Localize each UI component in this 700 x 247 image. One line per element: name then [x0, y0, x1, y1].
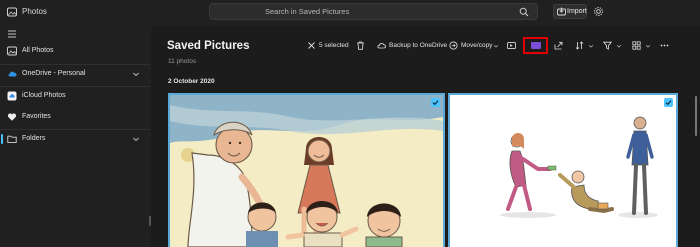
- share-button[interactable]: [554, 39, 566, 53]
- sidebar-item-folders[interactable]: Folders: [0, 129, 150, 149]
- check-icon: [432, 100, 439, 106]
- view-options-button[interactable]: [632, 39, 652, 53]
- family-cartoon-image: [170, 95, 443, 247]
- backup-label: Backup to OneDrive: [389, 42, 448, 49]
- import-icon: [557, 7, 566, 16]
- clear-selection-button[interactable]: 5 selected: [307, 39, 349, 53]
- delete-button[interactable]: [356, 39, 368, 53]
- backup-button[interactable]: Backup to OneDrive: [377, 39, 447, 53]
- scrollbar[interactable]: [695, 96, 697, 136]
- gear-icon[interactable]: [593, 6, 604, 17]
- icloud-icon: [7, 91, 17, 101]
- hamburger-icon[interactable]: [7, 29, 17, 39]
- slideshow-icon[interactable]: [531, 42, 541, 49]
- selected-checkbox[interactable]: [664, 98, 673, 107]
- photo-thumbnail[interactable]: [448, 93, 678, 247]
- folder-icon: [7, 135, 17, 143]
- sidebar-item-label: OneDrive - Personal: [22, 70, 86, 77]
- edit-button[interactable]: [507, 39, 519, 53]
- cloud-icon: [8, 71, 17, 77]
- chevron-down-icon[interactable]: [132, 135, 140, 143]
- sort-icon: [575, 41, 584, 50]
- check-icon: [665, 100, 672, 106]
- trash-icon: [357, 41, 364, 50]
- sidebar-item-label: Folders: [22, 135, 46, 142]
- backup-icon: [377, 42, 386, 49]
- app-title: Photos: [22, 7, 47, 16]
- import-label: Import: [567, 8, 587, 15]
- edit-icon: [507, 41, 516, 50]
- chevron-down-icon: [588, 44, 594, 48]
- sidebar-item-all-photos[interactable]: All Photos: [0, 41, 150, 61]
- chevron-down-icon: [493, 44, 499, 48]
- search-icon[interactable]: [519, 7, 529, 17]
- view-icon: [632, 41, 641, 50]
- sidebar-item-label: iCloud Photos: [22, 92, 66, 99]
- selected-checkbox[interactable]: [431, 98, 440, 107]
- sidebar: All Photos OneDrive - Personal iCloud Ph…: [0, 26, 151, 247]
- image-icon: [7, 46, 17, 56]
- chevron-down-icon: [616, 44, 622, 48]
- photo-thumbnail[interactable]: [168, 93, 445, 247]
- search-input[interactable]: Search in Saved Pictures: [265, 7, 349, 16]
- move-icon: [449, 41, 458, 50]
- sidebar-item-label: Favorites: [22, 113, 51, 120]
- more-icon: [660, 44, 669, 47]
- sidebar-item-onedrive[interactable]: OneDrive - Personal: [0, 64, 150, 84]
- close-icon: [308, 42, 315, 49]
- sidebar-item-icloud[interactable]: iCloud Photos: [0, 86, 150, 106]
- share-icon: [554, 41, 563, 50]
- sidebar-item-favorites[interactable]: Favorites: [0, 107, 150, 127]
- heart-icon: [7, 113, 17, 121]
- sidebar-item-label: All Photos: [22, 47, 54, 54]
- filter-icon: [603, 41, 612, 50]
- sort-button[interactable]: [575, 39, 595, 53]
- move-copy-label: Move/copy: [461, 42, 493, 49]
- photos-icon: [7, 7, 17, 17]
- more-options-button[interactable]: [660, 39, 672, 53]
- chevron-down-icon[interactable]: [132, 70, 140, 78]
- move-copy-button[interactable]: Move/copy: [449, 39, 501, 53]
- import-button[interactable]: Import: [553, 4, 587, 19]
- selected-count: 5 selected: [319, 42, 349, 49]
- filter-button[interactable]: [603, 39, 623, 53]
- giving-illustration-image: [450, 95, 676, 247]
- chevron-down-icon: [645, 44, 651, 48]
- main-content: Saved Pictures 11 photos 5 selected Back…: [151, 26, 700, 247]
- active-indicator: [1, 134, 3, 144]
- date-group-heading: 2 October 2020: [168, 78, 215, 85]
- photo-count: 11 photos: [168, 58, 197, 65]
- page-title: Saved Pictures: [167, 40, 250, 52]
- title-bar: Photos Search in Saved Pictures Import: [0, 0, 700, 26]
- search-box[interactable]: Search in Saved Pictures: [209, 3, 538, 20]
